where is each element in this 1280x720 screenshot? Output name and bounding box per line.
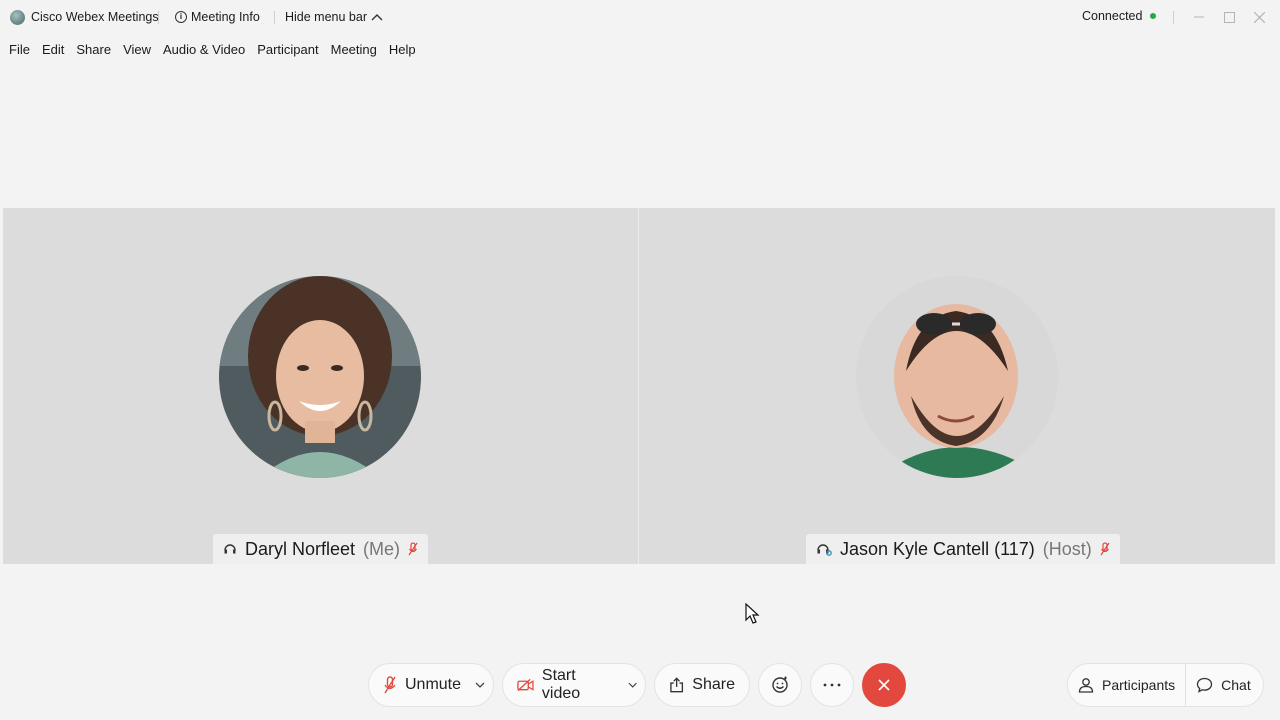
avatar-photo-woman-icon [219,276,421,478]
participant-name: Daryl Norfleet [245,538,356,559]
meeting-controls: Unmute Start video Share Participants Ch… [0,663,1280,707]
app-title: Cisco Webex Meetings [31,10,159,24]
menu-meeting[interactable]: Meeting [331,42,377,57]
unmute-label: Unmute [404,676,462,693]
maximize-icon [1223,11,1235,23]
menu-file[interactable]: File [9,42,30,57]
webex-logo-icon [10,10,25,25]
menu-participant[interactable]: Participant [257,42,318,57]
participant-role: (Host) [1042,538,1092,559]
unmute-button[interactable]: Unmute [368,663,494,707]
more-options-button[interactable] [810,663,854,707]
video-off-icon [517,678,534,692]
chevron-up-icon [371,14,383,21]
mouse-pointer-icon [745,603,760,624]
participants-button[interactable]: Participants [1078,663,1187,707]
leave-meeting-button[interactable] [862,663,906,707]
share-icon [670,677,684,693]
hide-menu-bar-button[interactable]: Hide menu bar [285,10,383,24]
mic-muted-icon [1100,542,1110,556]
emoji-icon [772,676,788,693]
mic-muted-icon [384,676,396,694]
participant-role: (Me) [363,538,401,559]
divider [158,11,159,24]
video-stage: Daryl Norfleet (Me) Jason Kyle Cantell (… [3,208,1275,564]
title-bar: Cisco Webex Meetings i Meeting Info Hide… [0,0,1280,34]
panel-buttons: Participants Chat [1067,663,1264,707]
avatar [856,276,1058,478]
divider [1173,11,1174,24]
minimize-icon [1194,16,1204,18]
avatar-photo-man-icon [856,276,1058,478]
avatar [219,276,421,478]
headset-connected-icon [817,544,832,556]
menu-audio-video[interactable]: Audio & Video [163,42,245,57]
chevron-down-icon[interactable] [628,682,637,688]
reactions-button[interactable] [758,663,802,707]
participant-name-tag: Jason Kyle Cantell (117) (Host) [806,534,1120,564]
menu-help[interactable]: Help [389,42,416,57]
status-dot-icon [1150,13,1157,19]
more-icon [823,683,841,687]
headset-icon [224,544,236,554]
chevron-down-icon[interactable] [475,682,485,688]
meeting-info-label: Meeting Info [191,10,260,24]
menu-bar: File Edit Share View Audio & Video Parti… [0,38,419,60]
menu-view[interactable]: View [123,42,151,57]
info-icon: i [175,11,187,23]
menu-share[interactable]: Share [76,42,111,57]
connection-status-label: Connected [1082,9,1143,23]
hide-menu-bar-label: Hide menu bar [285,10,367,24]
person-icon [1078,678,1094,693]
participant-name-tag: Daryl Norfleet (Me) [213,534,429,564]
close-icon [878,679,890,691]
close-icon [1253,11,1265,23]
mic-muted-icon [408,542,418,556]
close-button[interactable] [1244,6,1274,28]
meeting-info-button[interactable]: i Meeting Info [175,10,260,24]
participant-name: Jason Kyle Cantell (117) [840,538,1035,559]
connection-status: Connected [1082,9,1157,23]
participants-label: Participants [1102,677,1176,693]
minimize-button[interactable] [1184,6,1214,28]
share-button[interactable]: Share [654,663,750,707]
chat-label: Chat [1221,677,1251,693]
chat-bubble-icon [1197,677,1213,693]
share-label: Share [692,676,735,693]
start-video-label: Start video [541,667,581,702]
participant-tile[interactable]: Daryl Norfleet (Me) [3,208,638,564]
divider [274,11,275,24]
chat-button[interactable]: Chat [1186,663,1251,707]
start-video-button[interactable]: Start video [502,663,646,707]
menu-edit[interactable]: Edit [42,42,64,57]
maximize-button[interactable] [1214,6,1244,28]
participant-tile[interactable]: Jason Kyle Cantell (117) (Host) [639,208,1275,564]
